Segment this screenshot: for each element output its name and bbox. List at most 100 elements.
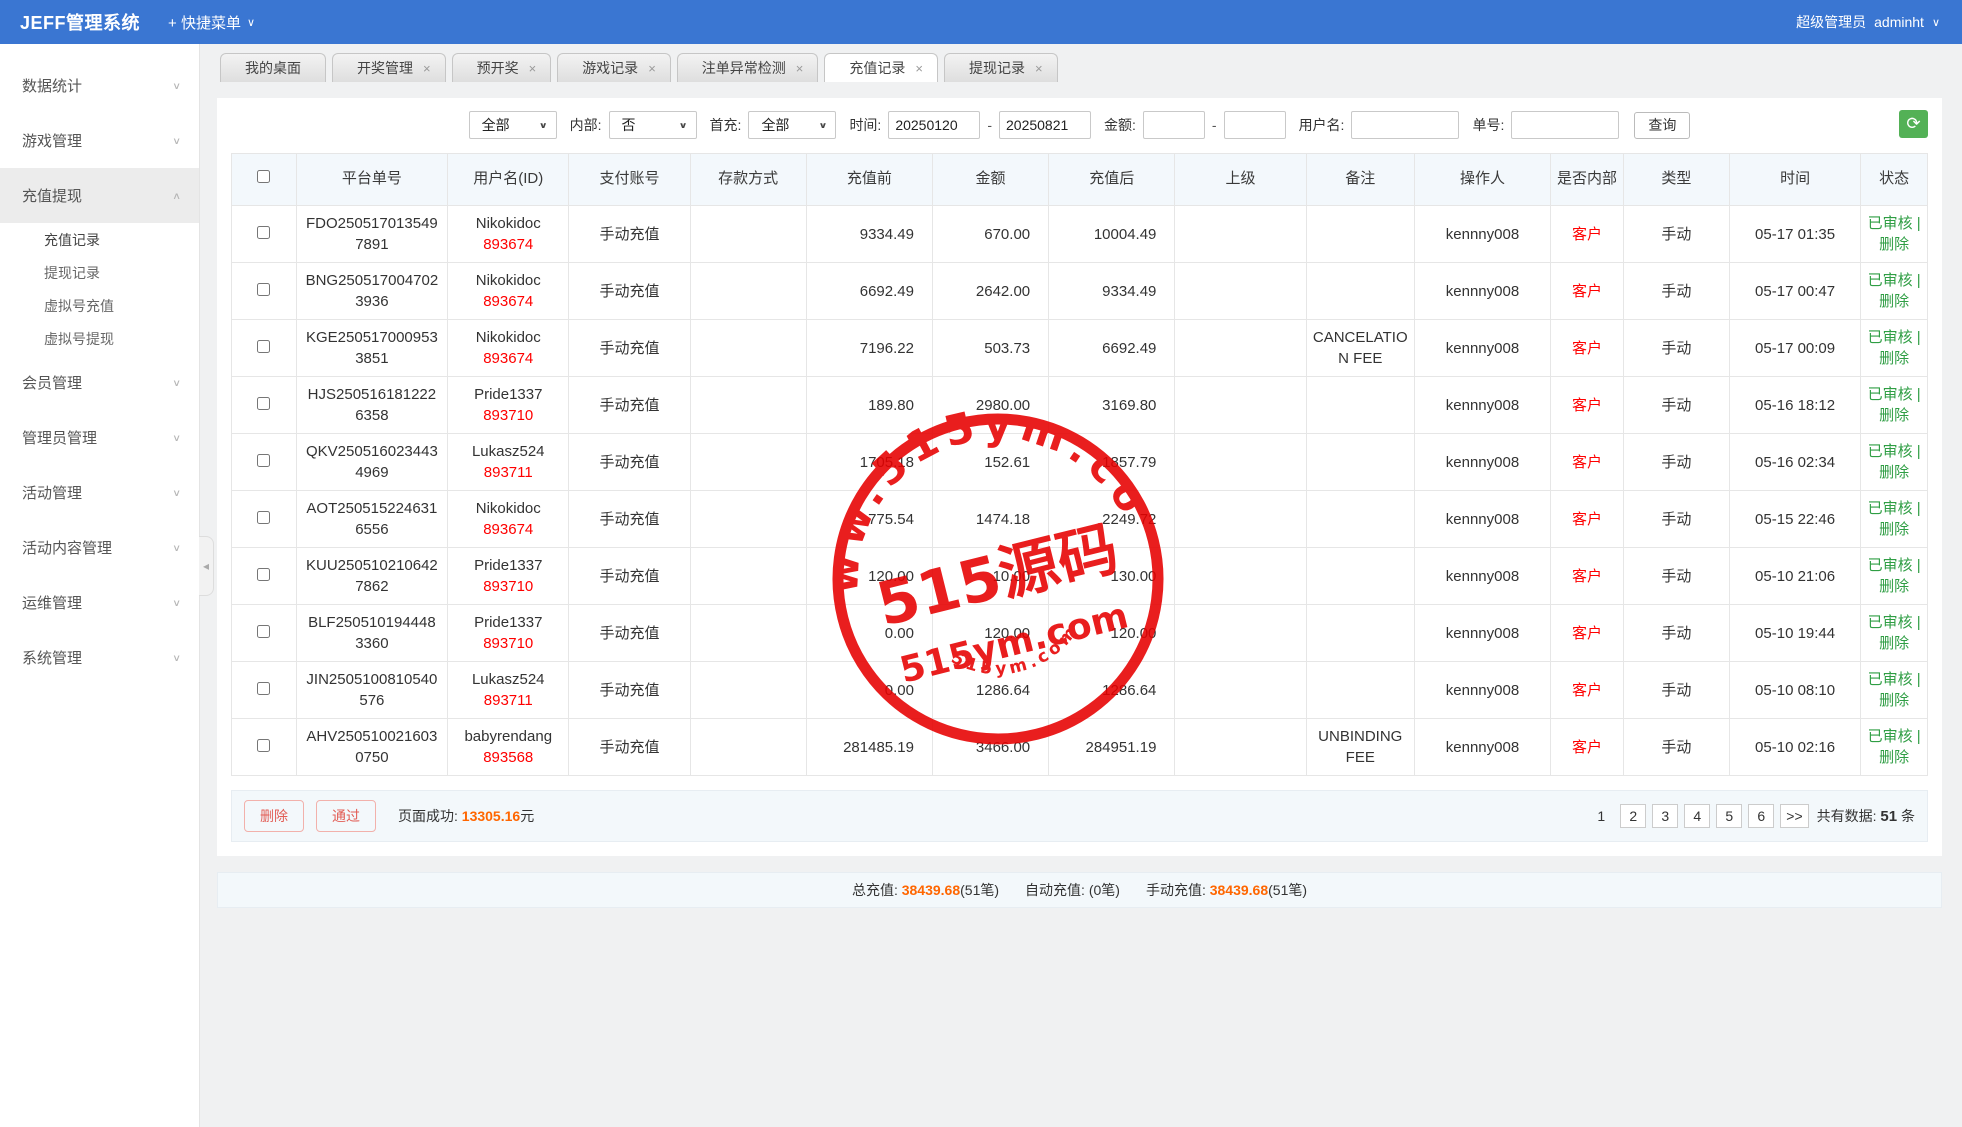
sidebar-item[interactable]: 系统管理∨ (0, 630, 199, 685)
is-internal: 客户 (1551, 377, 1624, 434)
status-cell: 已审核 | 删除 (1861, 206, 1928, 263)
summary-bar: 总充值: 38439.68(51笔) 自动充值: (0笔) 手动充值: 3843… (217, 872, 1942, 908)
user-id: 893711 (452, 690, 564, 711)
is-internal: 客户 (1551, 719, 1624, 776)
username: Pride1337 (452, 384, 564, 405)
internal-select[interactable]: 否 ∨ (609, 111, 697, 139)
tab[interactable]: 我的桌面 (220, 53, 326, 82)
username-input[interactable] (1351, 111, 1459, 139)
sidebar-item[interactable]: 会员管理∨ (0, 355, 199, 410)
balance-after: 3169.80 (1049, 377, 1175, 434)
query-button[interactable]: 查询 (1634, 112, 1690, 139)
tab-close-icon[interactable]: × (648, 62, 656, 75)
pass-button[interactable]: 通过 (316, 800, 376, 832)
sidebar-item[interactable]: 活动管理∨ (0, 465, 199, 520)
sidebar-item[interactable]: 充值提现∧ (0, 168, 199, 223)
quick-menu-button[interactable]: + 快捷菜单 ∨ (168, 12, 255, 33)
page-button[interactable]: 1 (1588, 804, 1614, 828)
summary-manual: 手动充值: 38439.68(51笔) (1146, 880, 1307, 900)
row-checkbox[interactable] (257, 625, 270, 638)
sidebar-subitem[interactable]: 虚拟号提现 (0, 322, 199, 355)
sidebar-item[interactable]: 数据统计∨ (0, 58, 199, 113)
user-cell: Pride1337893710 (448, 548, 569, 605)
row-checkbox[interactable] (257, 226, 270, 239)
row-checkbox[interactable] (257, 283, 270, 296)
order-number: BLF2505101944483360 (296, 605, 448, 662)
page-button[interactable]: 3 (1652, 804, 1678, 828)
balance-before: 1705.18 (806, 434, 932, 491)
row-checkbox[interactable] (257, 739, 270, 752)
tab[interactable]: 提现记录× (944, 53, 1058, 82)
tab-label: 开奖管理 (357, 58, 413, 78)
user-cell: Lukasz524893711 (448, 434, 569, 491)
tab[interactable]: 充值记录× (824, 53, 938, 82)
page-button[interactable]: 2 (1620, 804, 1646, 828)
parent-agent (1175, 548, 1306, 605)
tab-close-icon[interactable]: × (796, 62, 804, 75)
parent-agent (1175, 719, 1306, 776)
tab[interactable]: 预开奖× (452, 53, 552, 82)
sidebar-item-label: 游戏管理 (22, 130, 82, 151)
row-checkbox[interactable] (257, 397, 270, 410)
column-header: 存款方式 (690, 154, 806, 206)
time-to-input[interactable] (999, 111, 1091, 139)
column-header: 金额 (932, 154, 1048, 206)
tab-close-icon[interactable]: × (529, 62, 537, 75)
row-checkbox[interactable] (257, 340, 270, 353)
page-total-unit: 元 (520, 808, 534, 824)
status-approved: 已审核 (1868, 557, 1913, 574)
row-checkbox[interactable] (257, 511, 270, 524)
page-button[interactable]: 6 (1748, 804, 1774, 828)
table-row: JIN2505100810540576Lukasz524893711手动充值0.… (232, 662, 1928, 719)
user-id: 893711 (452, 462, 564, 483)
row-checkbox[interactable] (257, 682, 270, 695)
sidebar-item-label: 充值提现 (22, 185, 82, 206)
table-row: AOT2505152246316556Nikokidoc893674手动充值77… (232, 491, 1928, 548)
user-name: adminht (1874, 14, 1924, 30)
chevron-down-icon: ∨ (819, 120, 828, 130)
balance-before: 0.00 (806, 605, 932, 662)
tab-close-icon[interactable]: × (423, 62, 431, 75)
select-all-checkbox[interactable] (257, 170, 270, 183)
tab[interactable]: 注单异常检测 × (677, 53, 819, 82)
username: Lukasz524 (452, 441, 564, 462)
channel-select[interactable]: 全部 ∨ (469, 111, 557, 139)
sidebar-subitem[interactable]: 充值记录 (0, 223, 199, 256)
amount: 1474.18 (932, 491, 1048, 548)
page-total-value: 13305.16 (462, 808, 520, 824)
tab-close-icon[interactable]: × (915, 62, 923, 75)
tab-close-icon[interactable]: × (1035, 62, 1043, 75)
page-button[interactable]: 5 (1716, 804, 1742, 828)
status-approved: 已审核 (1868, 329, 1913, 346)
parent-agent (1175, 662, 1306, 719)
refresh-button[interactable]: ⟳ (1899, 110, 1928, 138)
next-pages-button[interactable]: >> (1780, 804, 1808, 828)
page-button[interactable]: 4 (1684, 804, 1710, 828)
summary-manual-note: (51笔) (1268, 882, 1307, 898)
sidebar-item[interactable]: 活动内容管理∨ (0, 520, 199, 575)
tab[interactable]: 开奖管理 × (332, 53, 446, 82)
amount-max-input[interactable] (1224, 111, 1286, 139)
user-id: 893710 (452, 633, 564, 654)
sidebar-item[interactable]: 游戏管理∨ (0, 113, 199, 168)
sidebar-subitem[interactable]: 虚拟号充值 (0, 289, 199, 322)
balance-after: 120.00 (1049, 605, 1175, 662)
chevron-down-icon: ∨ (172, 652, 181, 663)
user-id: 893710 (452, 576, 564, 597)
parent-agent (1175, 206, 1306, 263)
tab-label: 注单异常检测 (702, 58, 786, 78)
row-checkbox[interactable] (257, 454, 270, 467)
first-charge-select-value: 全部 (761, 115, 789, 135)
sidebar-collapse-handle[interactable]: ◂ (199, 536, 214, 596)
sidebar-item[interactable]: 运维管理∨ (0, 575, 199, 630)
order-no-input[interactable] (1511, 111, 1619, 139)
row-checkbox[interactable] (257, 568, 270, 581)
sidebar-item[interactable]: 管理员管理∨ (0, 410, 199, 465)
delete-button[interactable]: 删除 (244, 800, 304, 832)
sidebar-subitem[interactable]: 提现记录 (0, 256, 199, 289)
amount-min-input[interactable] (1143, 111, 1205, 139)
user-menu[interactable]: 超级管理员 adminht ∨ (1796, 12, 1962, 32)
tab[interactable]: 游戏记录× (557, 53, 671, 82)
first-charge-select[interactable]: 全部 ∨ (748, 111, 836, 139)
time-from-input[interactable] (888, 111, 980, 139)
